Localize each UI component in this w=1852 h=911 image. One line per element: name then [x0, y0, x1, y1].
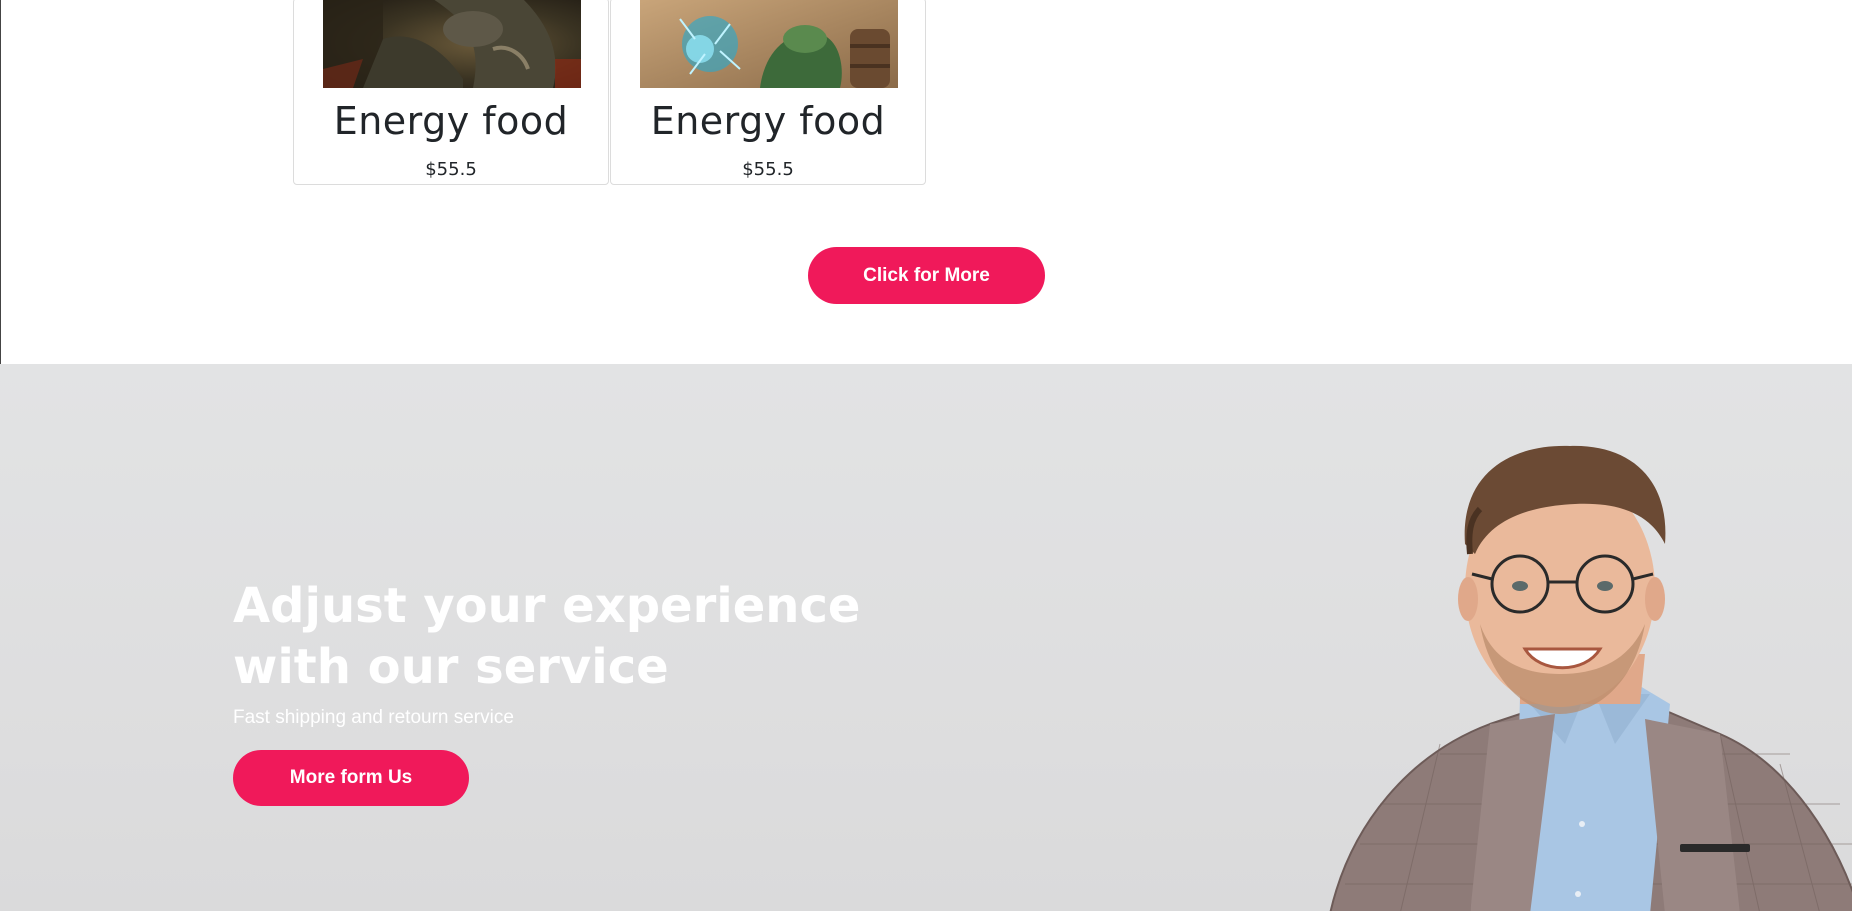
- product-card[interactable]: Energy food $55.5: [293, 0, 609, 185]
- man-portrait-image: [1320, 424, 1852, 911]
- more-from-us-button[interactable]: More form Us: [233, 750, 469, 806]
- click-for-more-button[interactable]: Click for More: [808, 247, 1045, 304]
- product-title[interactable]: Energy food: [294, 99, 608, 143]
- product-image[interactable]: [323, 0, 581, 88]
- banner-title: Adjust your experience with our service: [233, 578, 861, 695]
- page: Energy food $55.5 Energy food $55.5 Clic…: [0, 0, 1852, 911]
- product-title[interactable]: Energy food: [611, 99, 925, 143]
- product-card[interactable]: Energy food $55.5: [610, 0, 926, 185]
- products-section: Energy food $55.5 Energy food $55.5 Clic…: [0, 0, 1852, 364]
- product-image[interactable]: [640, 0, 898, 88]
- product-price: $55.5: [425, 159, 477, 180]
- product-price: $55.5: [742, 159, 794, 180]
- service-banner: Adjust your experience with our service …: [0, 364, 1852, 911]
- left-border: [0, 0, 1, 364]
- banner-subtitle: Fast shipping and retourn service: [233, 707, 514, 728]
